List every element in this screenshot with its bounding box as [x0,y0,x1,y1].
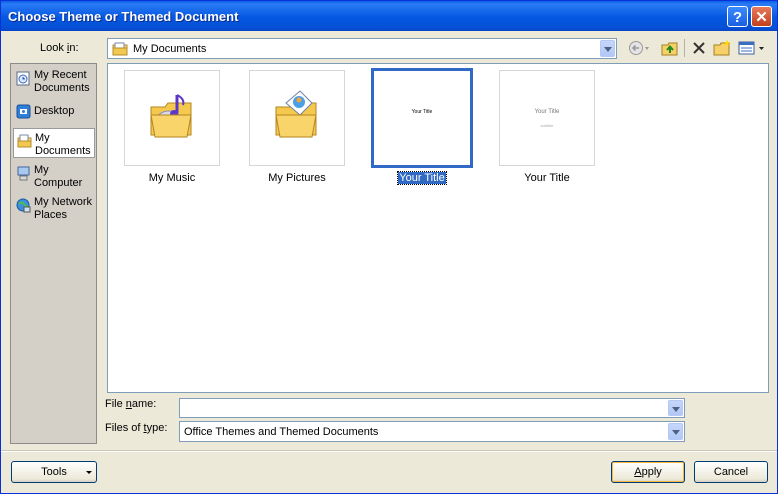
item-my-pictures[interactable] [249,70,345,166]
thumb-title: Your Title [534,109,560,115]
filetype-dropdown-arrow[interactable] [668,423,683,440]
cancel-button[interactable]: Cancel [694,461,768,483]
item-label: My Pictures [268,172,326,184]
thumb-title: Your Title [411,109,433,115]
place-label: My Documents [35,132,91,157]
back-icon[interactable] [628,40,650,56]
my-computer-icon [17,166,30,181]
place-label: My Network Places [34,196,93,221]
lookin-value: My Documents [133,43,207,55]
filename-label: File name: [105,398,157,410]
place-my-documents[interactable]: My Documents [13,128,95,158]
close-button[interactable]: ✕ [751,6,772,27]
thumb-subtitle: subtitle [540,123,554,128]
title-bar[interactable]: Choose Theme or Themed Document ? ✕ [1,1,777,31]
filename-dropdown-arrow[interactable] [668,400,683,416]
places-bar: My RecentDocuments Desktop MyDocuments [10,63,97,444]
views-icon[interactable] [738,40,766,56]
lookin-label: Look in: [40,42,79,54]
apply-button[interactable]: Apply [611,461,685,483]
item-label: My Music [148,172,196,184]
footer-divider [1,450,777,452]
recent-documents-icon [16,71,30,86]
tools-label: Tools [41,466,67,478]
help-button[interactable]: ? [727,6,748,27]
window-title: Choose Theme or Themed Document [8,9,239,24]
up-folder-icon[interactable] [661,40,679,56]
new-folder-icon[interactable] [713,40,731,56]
item-my-music[interactable] [124,70,220,166]
filename-input[interactable] [179,398,685,418]
pictures-folder-icon [275,90,317,138]
place-my-network[interactable]: My Network Places [13,193,95,223]
item-theme-2[interactable]: Your Title subtitle [499,70,595,166]
lookin-dropdown-arrow[interactable] [600,40,615,57]
my-documents-icon [112,42,128,56]
place-label: My Computer [34,164,83,189]
item-label-selected: Your Title [397,171,447,185]
file-list[interactable]: My Music My Pictures Your Title Your Tit… [107,63,769,393]
filetype-select[interactable]: Office Themes and Themed Documents [179,421,685,442]
chevron-down-icon [86,471,92,474]
place-recent-documents[interactable]: My Recent Documents [13,66,95,96]
item-label: Your Title [524,172,570,184]
network-places-icon [16,198,31,213]
filetype-label: Files of type: [105,422,168,434]
tools-button[interactable]: Tools [11,461,97,483]
place-label: My Recent Documents [34,69,90,94]
my-documents-icon [17,134,32,148]
lookin-label-post: n: [69,42,79,54]
desktop-icon [16,104,31,119]
toolbar-separator [684,39,685,57]
item-theme-1[interactable]: Your Title [371,68,473,168]
lookin-combo[interactable]: My Documents [107,38,617,59]
place-label: Desktop [34,105,75,117]
delete-icon[interactable] [691,40,707,56]
place-desktop[interactable]: Desktop [13,100,95,122]
place-my-computer[interactable]: My Computer [13,161,95,191]
dialog-window: Choose Theme or Themed Document ? ✕ Look… [0,0,778,494]
filetype-value: Office Themes and Themed Documents [184,426,379,438]
music-folder-icon [150,94,192,138]
lookin-label-pre: Look [40,42,67,54]
